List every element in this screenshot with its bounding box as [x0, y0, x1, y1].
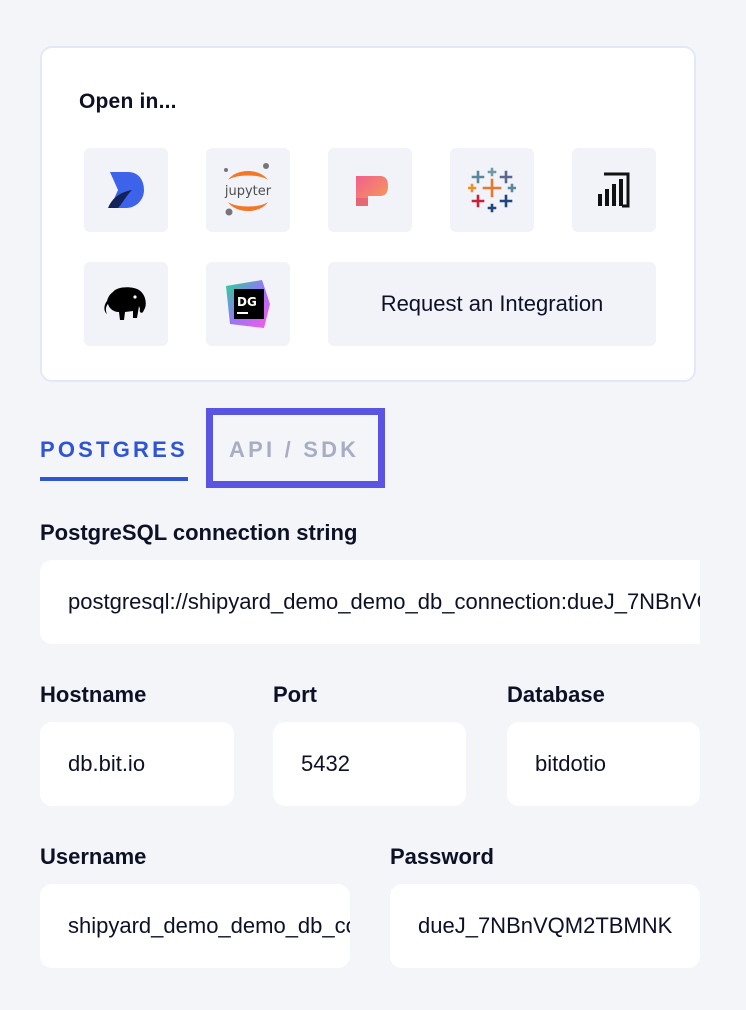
port-value: 5432 [301, 751, 350, 776]
datagrip-wordmark: DG [237, 295, 257, 309]
jupyter-icon: jupyter [224, 163, 272, 216]
integration-power-bi[interactable] [572, 148, 656, 232]
tab-highlight-box [206, 408, 385, 488]
hostname-field[interactable]: db.bit.io [40, 722, 234, 806]
request-integration-button[interactable]: Request an Integration [328, 262, 656, 346]
open-in-card: Open in... jupyter DG Request an Integra… [40, 46, 696, 382]
port-label: Port [273, 682, 317, 707]
active-tab-indicator [40, 477, 188, 481]
integration-tableau[interactable] [450, 148, 534, 232]
password-value: dueJ_7NBnVQM2TBMNK [418, 913, 673, 938]
port-field[interactable]: 5432 [273, 722, 466, 806]
connection-string-label: PostgreSQL connection string [40, 520, 358, 545]
hex-icon [356, 176, 388, 206]
integration-datagrip[interactable]: DG [206, 262, 290, 346]
connection-string-value: postgresql://shipyard_demo_demo_db_conne… [68, 589, 700, 614]
open-in-title: Open in... [79, 90, 177, 113]
username-label: Username [40, 844, 147, 869]
power-bi-icon [598, 172, 630, 208]
database-field[interactable]: bitdotio [507, 722, 700, 806]
tableau-icon [468, 167, 516, 213]
database-label: Database [507, 682, 605, 707]
username-field[interactable]: shipyard_demo_demo_db_connection [40, 884, 350, 968]
deepnote-icon [108, 172, 144, 208]
password-field[interactable]: dueJ_7NBnVQM2TBMNK [390, 884, 700, 968]
integration-deepnote[interactable] [84, 148, 168, 232]
jupyter-wordmark: jupyter [224, 184, 272, 199]
postgres-elephant-icon [104, 287, 146, 320]
integration-jupyter[interactable]: jupyter [206, 148, 290, 232]
username-value: shipyard_demo_demo_db_connection [68, 913, 350, 938]
database-value: bitdotio [535, 751, 606, 776]
password-label: Password [390, 844, 494, 869]
tab-postgres[interactable]: POSTGRES [40, 437, 188, 463]
datagrip-icon: DG [226, 280, 270, 328]
connection-string-field[interactable]: postgresql://shipyard_demo_demo_db_conne… [40, 560, 700, 644]
integration-hex[interactable] [328, 148, 412, 232]
hostname-label: Hostname [40, 682, 147, 707]
hostname-value: db.bit.io [68, 751, 146, 776]
integration-postgres[interactable] [84, 262, 168, 346]
